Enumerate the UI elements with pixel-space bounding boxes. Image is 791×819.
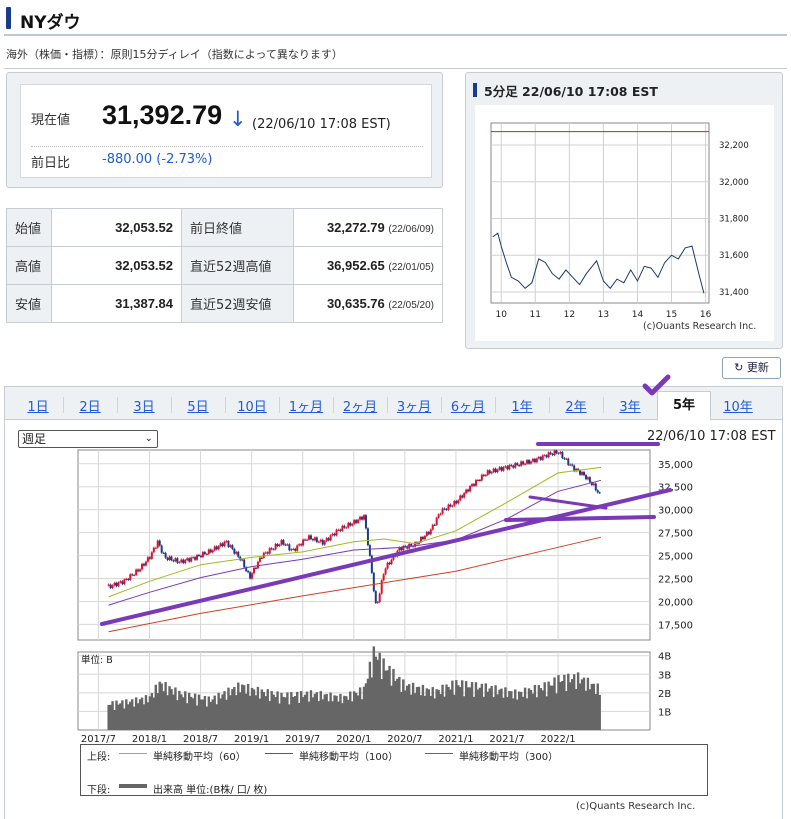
stat-value: 32,053.52: [51, 208, 182, 247]
quote-panel: 現在値 31,392.79 ↓ (22/06/10 17:08 EST) 前日比…: [6, 72, 443, 188]
tab-1[interactable]: 1日: [13, 396, 63, 415]
mini-copyright: (c)Ouants Research Inc.: [643, 321, 756, 332]
main-copyright: (c)Quants Research Inc.: [576, 801, 696, 812]
main-chart-timestamp: 22/06/10 17:08 EST: [647, 429, 776, 444]
mini-x-tick-label: 13: [598, 310, 609, 320]
mini-y-tick-label: 32,000: [719, 178, 749, 188]
tab-7[interactable]: 2ヶ月: [335, 396, 385, 415]
mini-x-tick-label: 14: [632, 310, 644, 320]
legend-swatch-ma100: [265, 753, 293, 754]
chart-legend: 上段: 単純移動平均（60） 単純移動平均（100） 単純移動平均（300） 下…: [80, 744, 708, 796]
mini-x-tick-label: 15: [666, 310, 677, 320]
stat-value: 30,635.76 (22/05/20): [293, 284, 443, 323]
quote-timestamp: (22/06/10 17:08 EST): [252, 117, 391, 132]
tab-5[interactable]: 10日: [227, 396, 277, 415]
mini-x-tick-label: 11: [530, 310, 541, 320]
tab-separator: [549, 397, 550, 413]
current-label: 現在値: [31, 113, 71, 128]
down-arrow-icon: ↓: [229, 107, 247, 131]
tab-8[interactable]: 3ヶ月: [389, 396, 439, 415]
change-label: 前日比: [31, 156, 71, 171]
stats-table: 始値 32,053.52 前日終値 32,272.79 (22/06/09) 高…: [6, 208, 443, 323]
delay-notice: 海外（株価・指標）：原則15分ディレイ（指数によって異なります）: [6, 48, 343, 61]
change-value: -880.00 (-2.73%): [102, 152, 213, 167]
legend-ma60: 単純移動平均（60）: [153, 752, 246, 763]
intraday-chart: 10 11 12 13 14 15 16 32,200 32,000 31,800 31,600 31…: [490, 122, 756, 332]
table-row: 高値 32,053.52 直近52週高値 36,952.65 (22/01/05…: [6, 246, 443, 285]
tab-10[interactable]: 1年: [497, 396, 547, 415]
legend-upper-label: 上段:: [87, 752, 111, 763]
tab-3[interactable]: 3日: [119, 396, 169, 415]
mini-x-tick-label: 16: [700, 310, 712, 320]
stat-value: 32,053.52: [51, 246, 182, 285]
table-row: 安値 31,387.84 直近52週安値 30,635.76 (22/05/20…: [6, 284, 443, 323]
stat-label: 直近52週高値: [181, 246, 294, 285]
tab-separator: [117, 397, 118, 413]
period-select[interactable]: 週足 ⌄: [18, 430, 158, 448]
chevron-down-icon: ⌄: [144, 433, 153, 444]
tab-2[interactable]: 2日: [65, 396, 115, 415]
tab-separator: [603, 397, 604, 413]
mini-y-tick-label: 31,800: [719, 215, 749, 225]
mini-y-tick-label: 31,400: [719, 288, 749, 298]
stat-value: 31,387.84: [51, 284, 182, 323]
tab-separator: [171, 397, 172, 413]
mini-plot-frame: [490, 122, 710, 304]
mini-chart-area: 10 11 12 13 14 15 16 32,200 32,000 31,800 31,600 31…: [475, 105, 774, 341]
tab-4[interactable]: 5日: [173, 396, 223, 415]
stat-label: 安値: [6, 284, 52, 323]
tab-9[interactable]: 6ヶ月: [443, 396, 493, 415]
quote-card: 現在値 31,392.79 ↓ (22/06/10 17:08 EST) 前日比…: [20, 84, 432, 178]
tab-separator: [333, 397, 334, 413]
stat-label: 前日終値: [181, 208, 294, 247]
tab-separator: [441, 397, 442, 413]
title-accent-bar: [6, 7, 11, 29]
tab-11[interactable]: 2年: [551, 396, 601, 415]
tab-separator: [387, 397, 388, 413]
stat-label: 直近52週安値: [181, 284, 294, 323]
legend-swatch-ma300: [425, 753, 453, 754]
legend-ma300: 単純移動平均（300）: [459, 752, 559, 763]
intraday-chart-panel: 5分足 22/06/10 17:08 EST 10 11 12 13 14 15 16 32,…: [465, 72, 783, 349]
legend-swatch-ma60: [119, 753, 147, 754]
tab-separator: [225, 397, 226, 413]
tab-14[interactable]: 10年: [713, 396, 763, 415]
stat-value: 36,952.65 (22/01/05): [293, 246, 443, 285]
page-title: NYダウ: [20, 13, 81, 33]
page-header: NYダウ: [4, 4, 787, 36]
stat-label: 高値: [6, 246, 52, 285]
tab-13[interactable]: 5年: [657, 391, 711, 421]
legend-lower-label: 下段:: [87, 785, 111, 796]
current-value: 31,392.79: [102, 100, 223, 130]
tab-separator: [279, 397, 280, 413]
mini-chart-title: 5分足 22/06/10 17:08 EST: [484, 84, 658, 99]
tab-separator: [495, 397, 496, 413]
tab-separator: [63, 397, 64, 413]
divider: [4, 68, 787, 69]
refresh-icon: ↻: [734, 361, 744, 374]
mini-y-tick-label: 32,200: [719, 141, 749, 151]
mini-x-tick-label: 12: [564, 310, 575, 320]
quote-divider: [31, 146, 423, 147]
tab-6[interactable]: 1ヶ月: [281, 396, 331, 415]
stat-value: 32,272.79 (22/06/09): [293, 208, 443, 247]
mini-y-tick-label: 31,600: [719, 251, 749, 261]
refresh-button[interactable]: ↻ 更新: [722, 357, 781, 379]
mini-x-tick-label: 10: [495, 310, 507, 320]
legend-volume: 出来高 単位:(B株/ 口/ 枚): [153, 785, 268, 796]
tab-12[interactable]: 3年: [605, 396, 655, 415]
mini-accent-bar: [473, 83, 477, 97]
period-select-value: 週足: [22, 432, 47, 446]
mini-price-line: [492, 232, 705, 294]
refresh-label: 更新: [746, 361, 769, 374]
period-tabs: 1日 2日 3日 5日 10日 1ヶ月 2ヶ月 3ヶ月 6ヶ月 1年 2年 3年 5年 10年: [5, 387, 782, 421]
stat-label: 始値: [6, 208, 52, 247]
legend-swatch-volume: [119, 784, 147, 788]
legend-ma100: 単純移動平均（100）: [299, 752, 399, 763]
table-row: 始値 32,053.52 前日終値 32,272.79 (22/06/09): [6, 208, 443, 247]
